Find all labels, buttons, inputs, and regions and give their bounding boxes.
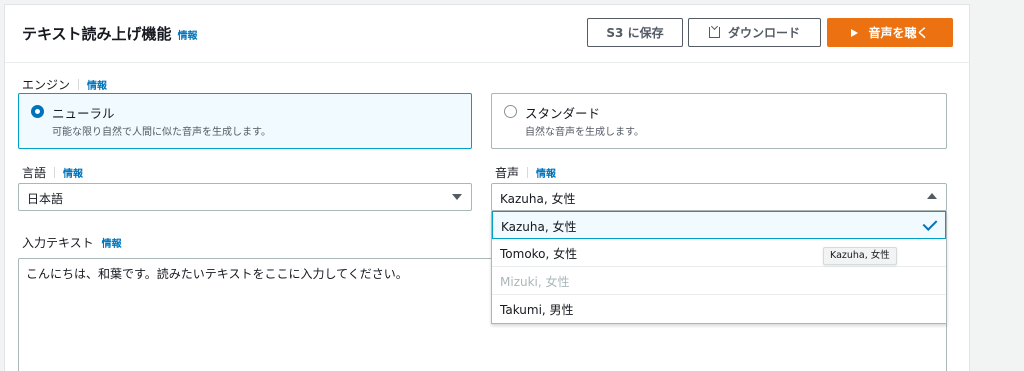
language-select-value: 日本語 bbox=[27, 192, 64, 206]
voice-select-value: Kazuha, 女性 bbox=[500, 192, 576, 206]
radio-selected-icon[interactable] bbox=[31, 105, 44, 118]
voice-label-text: 音声 bbox=[495, 166, 520, 180]
voice-option-mizuki: Mizuki, 女性 bbox=[492, 267, 946, 295]
language-label-text: 言語 bbox=[22, 166, 47, 180]
download-button[interactable]: ダウンロード bbox=[688, 18, 821, 47]
panel-header: テキスト読み上げ機能 情報 S3 に保存 ダウンロード 音声を聴く bbox=[5, 5, 969, 63]
engine-info-link[interactable]: 情報 bbox=[87, 77, 107, 92]
language-label: 言語 情報 bbox=[22, 164, 83, 181]
voice-option-label: Takumi, 男性 bbox=[500, 303, 574, 317]
play-icon bbox=[851, 28, 859, 37]
voice-option-label: Kazuha, 女性 bbox=[501, 220, 577, 234]
voice-dropdown-list: Kazuha, 女性 Tomoko, 女性 Mizuki, 女性 Takumi,… bbox=[491, 211, 947, 324]
save-to-s3-label: S3 に保存 bbox=[606, 26, 664, 40]
engine-label-text: エンジン bbox=[22, 78, 71, 92]
voice-select[interactable]: Kazuha, 女性 bbox=[491, 183, 947, 211]
label-separator bbox=[54, 167, 56, 178]
voice-tooltip: Kazuha, 女性 bbox=[823, 247, 897, 265]
label-separator bbox=[78, 79, 80, 90]
download-icon bbox=[708, 27, 720, 38]
page-title-text: テキスト読み上げ機能 bbox=[22, 25, 172, 43]
listen-button[interactable]: 音声を聴く bbox=[827, 18, 953, 47]
language-select[interactable]: 日本語 bbox=[18, 183, 472, 211]
caret-down-icon bbox=[452, 194, 462, 200]
save-to-s3-button[interactable]: S3 に保存 bbox=[587, 18, 683, 47]
checkmark-icon bbox=[922, 216, 938, 231]
voice-option-kazuha[interactable]: Kazuha, 女性 bbox=[492, 211, 946, 239]
label-separator bbox=[527, 167, 529, 178]
input-info-link[interactable]: 情報 bbox=[102, 235, 122, 250]
language-info-link[interactable]: 情報 bbox=[63, 165, 83, 180]
engine-option-name: スタンダード bbox=[525, 106, 601, 121]
engine-option-description: 可能な限り自然で人間に似た音声を生成します。 bbox=[52, 127, 271, 138]
input-text-label-text: 入力テキスト bbox=[22, 236, 94, 250]
page-title: テキスト読み上げ機能 情報 bbox=[22, 23, 198, 44]
input-text-label: 入力テキスト 情報 bbox=[22, 234, 122, 251]
voice-option-label: Tomoko, 女性 bbox=[500, 247, 578, 261]
voice-option-takumi[interactable]: Takumi, 男性 bbox=[492, 295, 946, 323]
engine-option-description: 自然な音声を生成します。 bbox=[525, 127, 644, 138]
caret-up-icon bbox=[927, 193, 937, 199]
engine-option-standard[interactable]: スタンダード 自然な音声を生成します。 bbox=[491, 93, 947, 149]
download-label: ダウンロード bbox=[727, 26, 800, 40]
radio-unselected-icon[interactable] bbox=[504, 105, 517, 118]
engine-label: エンジン 情報 bbox=[22, 76, 107, 93]
input-text-value: こんにちは、和葉です。読みたいテキストをここに入力してください。 bbox=[26, 267, 408, 281]
voice-option-label: Mizuki, 女性 bbox=[500, 275, 570, 289]
listen-label: 音声を聴く bbox=[868, 26, 929, 40]
voice-label: 音声 情報 bbox=[495, 164, 556, 181]
engine-option-name: ニューラル bbox=[52, 106, 115, 121]
voice-info-link[interactable]: 情報 bbox=[536, 165, 556, 180]
title-info-link[interactable]: 情報 bbox=[178, 31, 198, 42]
engine-option-neural[interactable]: ニューラル 可能な限り自然で人間に似た音声を生成します。 bbox=[18, 93, 472, 149]
